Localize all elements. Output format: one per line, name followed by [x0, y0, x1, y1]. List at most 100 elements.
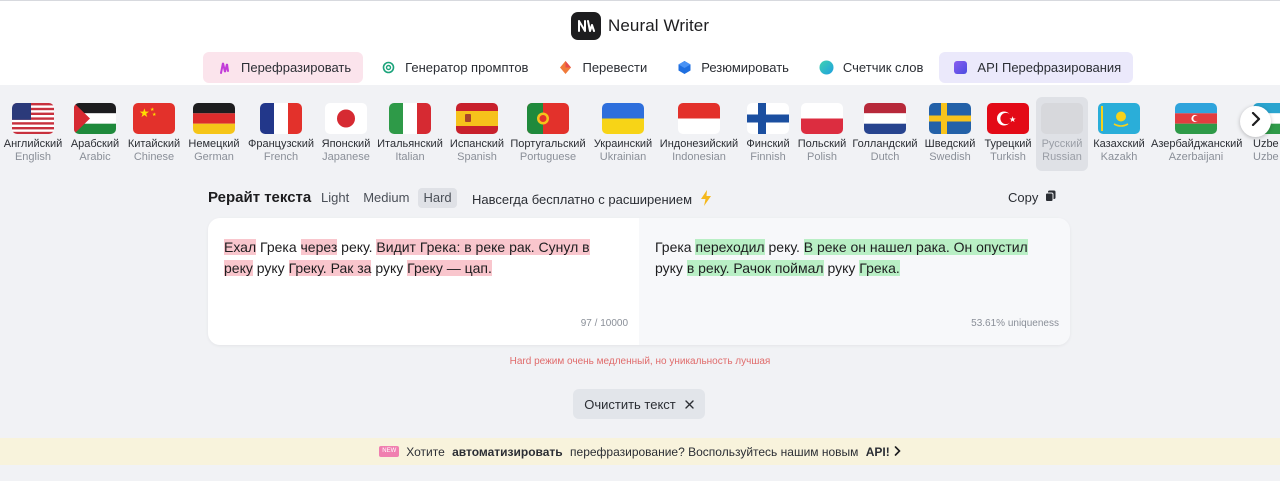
nav-api-paraphrase-label: API Перефразирования	[977, 60, 1122, 75]
lang-english-label: English	[14, 151, 52, 163]
promo-bold-api: API!	[865, 444, 890, 459]
lang-swedish[interactable]: Шведский Swedish	[922, 97, 978, 171]
free-extension-link[interactable]: Навсегда бесплатно с расширением	[472, 190, 712, 209]
promo-bold-automate: автоматизировать	[452, 444, 563, 459]
neuralwriter-logo-icon	[571, 12, 601, 40]
finland-flag-icon	[747, 103, 789, 134]
free-extension-label: Навсегда бесплатно с расширением	[472, 192, 693, 207]
input-text[interactable]: Ехал Грека через реку. Видит Грека: в ре…	[224, 237, 622, 279]
lang-english-label: Ukrainian	[599, 151, 647, 163]
top-bar: Neural Writer Перефразировать Генератор …	[0, 0, 1280, 85]
output-changed-segment: в реку. Рачок поймал	[686, 260, 824, 276]
svg-text:★: ★	[152, 112, 157, 118]
lang-english-label: Russian	[1042, 151, 1082, 163]
lang-arabic[interactable]: Арабский Arabic	[70, 97, 120, 171]
api-promo-banner[interactable]: NEW Хотите автоматизировать перефразиров…	[0, 438, 1280, 465]
lang-native-label: Польский	[797, 138, 847, 150]
output-panel[interactable]: Грека переходил реку. В реке он нашел ра…	[639, 218, 1070, 345]
portugal-flag-icon	[527, 103, 569, 134]
turkey-flag-icon: ★	[987, 103, 1029, 134]
mode-light[interactable]: Light	[316, 188, 354, 208]
hard-mode-warning: Hard режим очень медленный, но уникально…	[509, 356, 771, 367]
lang-russian[interactable]: Русский Russian	[1036, 97, 1088, 171]
lang-turkish[interactable]: ★ Турецкий Turkish	[982, 97, 1034, 171]
copy-button[interactable]: Copy	[1008, 190, 1056, 205]
promo-middle: перефразирование? Воспользуйтесь нашим н…	[566, 444, 862, 459]
lang-italian[interactable]: Итальянский Italian	[377, 97, 443, 171]
japan-flag-icon	[325, 103, 367, 134]
input-changed-segment: Греку — цап.	[407, 260, 492, 276]
api-square-icon	[953, 60, 968, 75]
italy-flag-icon	[389, 103, 431, 134]
kazakhstan-flag-icon	[1098, 103, 1140, 134]
input-changed-segment: Ехал	[224, 239, 257, 255]
lang-native-label: Шведский	[924, 138, 976, 150]
lang-native-label: Русский	[1041, 138, 1083, 150]
lang-native-label: Арабский	[70, 138, 120, 150]
lang-french[interactable]: Французский French	[246, 97, 316, 171]
output-text[interactable]: Грека переходил реку. В реке он нашел ра…	[655, 237, 1053, 279]
input-segment: реку.	[337, 239, 377, 255]
china-flag-icon: ★ ★ ★	[133, 103, 175, 134]
nav-paraphrase[interactable]: Перефразировать	[203, 52, 364, 83]
brand-name: Neural Writer	[608, 16, 710, 35]
france-flag-icon	[260, 103, 302, 134]
lang-polish[interactable]: Польский Polish	[797, 97, 847, 171]
netherlands-flag-icon	[864, 103, 906, 134]
lang-english-label: German	[194, 151, 234, 163]
nav-api-paraphrase[interactable]: API Перефразирования	[939, 52, 1134, 83]
lang-chinese[interactable]: ★ ★ ★ Китайский Chinese	[126, 97, 182, 171]
lang-english-label: Kazakh	[1100, 151, 1138, 163]
lang-native-label: Китайский	[127, 138, 181, 150]
translate-diamond-icon	[558, 60, 573, 75]
lang-english-label: Uzbe	[1253, 151, 1279, 163]
lang-azerbaijani[interactable]: Азербайджанский Azerbaijani	[1151, 97, 1242, 171]
nav-summarize-label: Резюмировать	[701, 60, 789, 75]
mode-medium[interactable]: Medium	[358, 188, 414, 208]
mode-hard[interactable]: Hard	[418, 188, 457, 208]
lang-spanish[interactable]: Испанский Spanish	[448, 97, 506, 171]
chevron-right-icon	[894, 445, 901, 459]
input-segment: Грека	[256, 239, 301, 255]
lang-native-label: Голландский	[852, 138, 918, 150]
lang-english-label: Chinese	[133, 151, 175, 163]
input-panel[interactable]: Ехал Грека через реку. Видит Грека: в ре…	[208, 218, 639, 345]
clear-text-button[interactable]: Очистить текст	[573, 389, 705, 419]
lang-english[interactable]: Английский English	[0, 97, 66, 171]
nav-word-counter-label: Счетчик слов	[842, 60, 924, 75]
lang-english-label: Spanish	[457, 151, 497, 163]
germany-flag-icon	[193, 103, 235, 134]
lang-native-label: Казахский	[1093, 138, 1145, 150]
lang-ukrainian[interactable]: Украинский Ukrainian	[591, 97, 655, 171]
lang-dutch[interactable]: Голландский Dutch	[852, 97, 918, 171]
new-badge: NEW	[379, 446, 400, 457]
azerbaijan-flag-icon	[1175, 103, 1217, 134]
lang-portuguese[interactable]: Португальский Portuguese	[510, 97, 586, 171]
input-changed-segment: через	[300, 239, 338, 255]
lang-japanese[interactable]: Японский Japanese	[320, 97, 372, 171]
languages-next-button[interactable]	[1240, 106, 1271, 137]
input-segment: руку	[252, 260, 289, 276]
sweden-flag-icon	[929, 103, 971, 134]
nav-prompt-generator[interactable]: Генератор промптов	[367, 52, 540, 83]
lang-native-label: Испанский	[449, 138, 505, 150]
brand[interactable]: Neural Writer	[571, 11, 709, 41]
nav-word-counter[interactable]: Счетчик слов	[805, 52, 935, 83]
lang-native-label: Японский	[321, 138, 371, 150]
nav-translate-label: Перевести	[582, 60, 648, 75]
copy-icon	[1045, 190, 1056, 205]
lang-native-label: Португальский	[510, 138, 586, 150]
lang-english-label: Indonesian	[672, 151, 726, 163]
lang-english-label: Dutch	[870, 151, 900, 163]
lang-german[interactable]: Немецкий German	[187, 97, 241, 171]
lightning-icon	[700, 190, 712, 209]
mode-selector: Light Medium Hard	[316, 188, 457, 208]
lang-indonesian[interactable]: Индонезийский Indonesian	[659, 97, 739, 171]
lang-english-label: French	[263, 151, 299, 163]
lang-kazakh[interactable]: Казахский Kazakh	[1091, 97, 1147, 171]
char-counter: 97 / 10000	[580, 318, 628, 329]
cube-icon	[677, 60, 692, 75]
nav-translate[interactable]: Перевести	[544, 52, 659, 83]
nav-summarize[interactable]: Резюмировать	[663, 52, 801, 83]
lang-finnish[interactable]: Финский Finnish	[743, 97, 793, 171]
